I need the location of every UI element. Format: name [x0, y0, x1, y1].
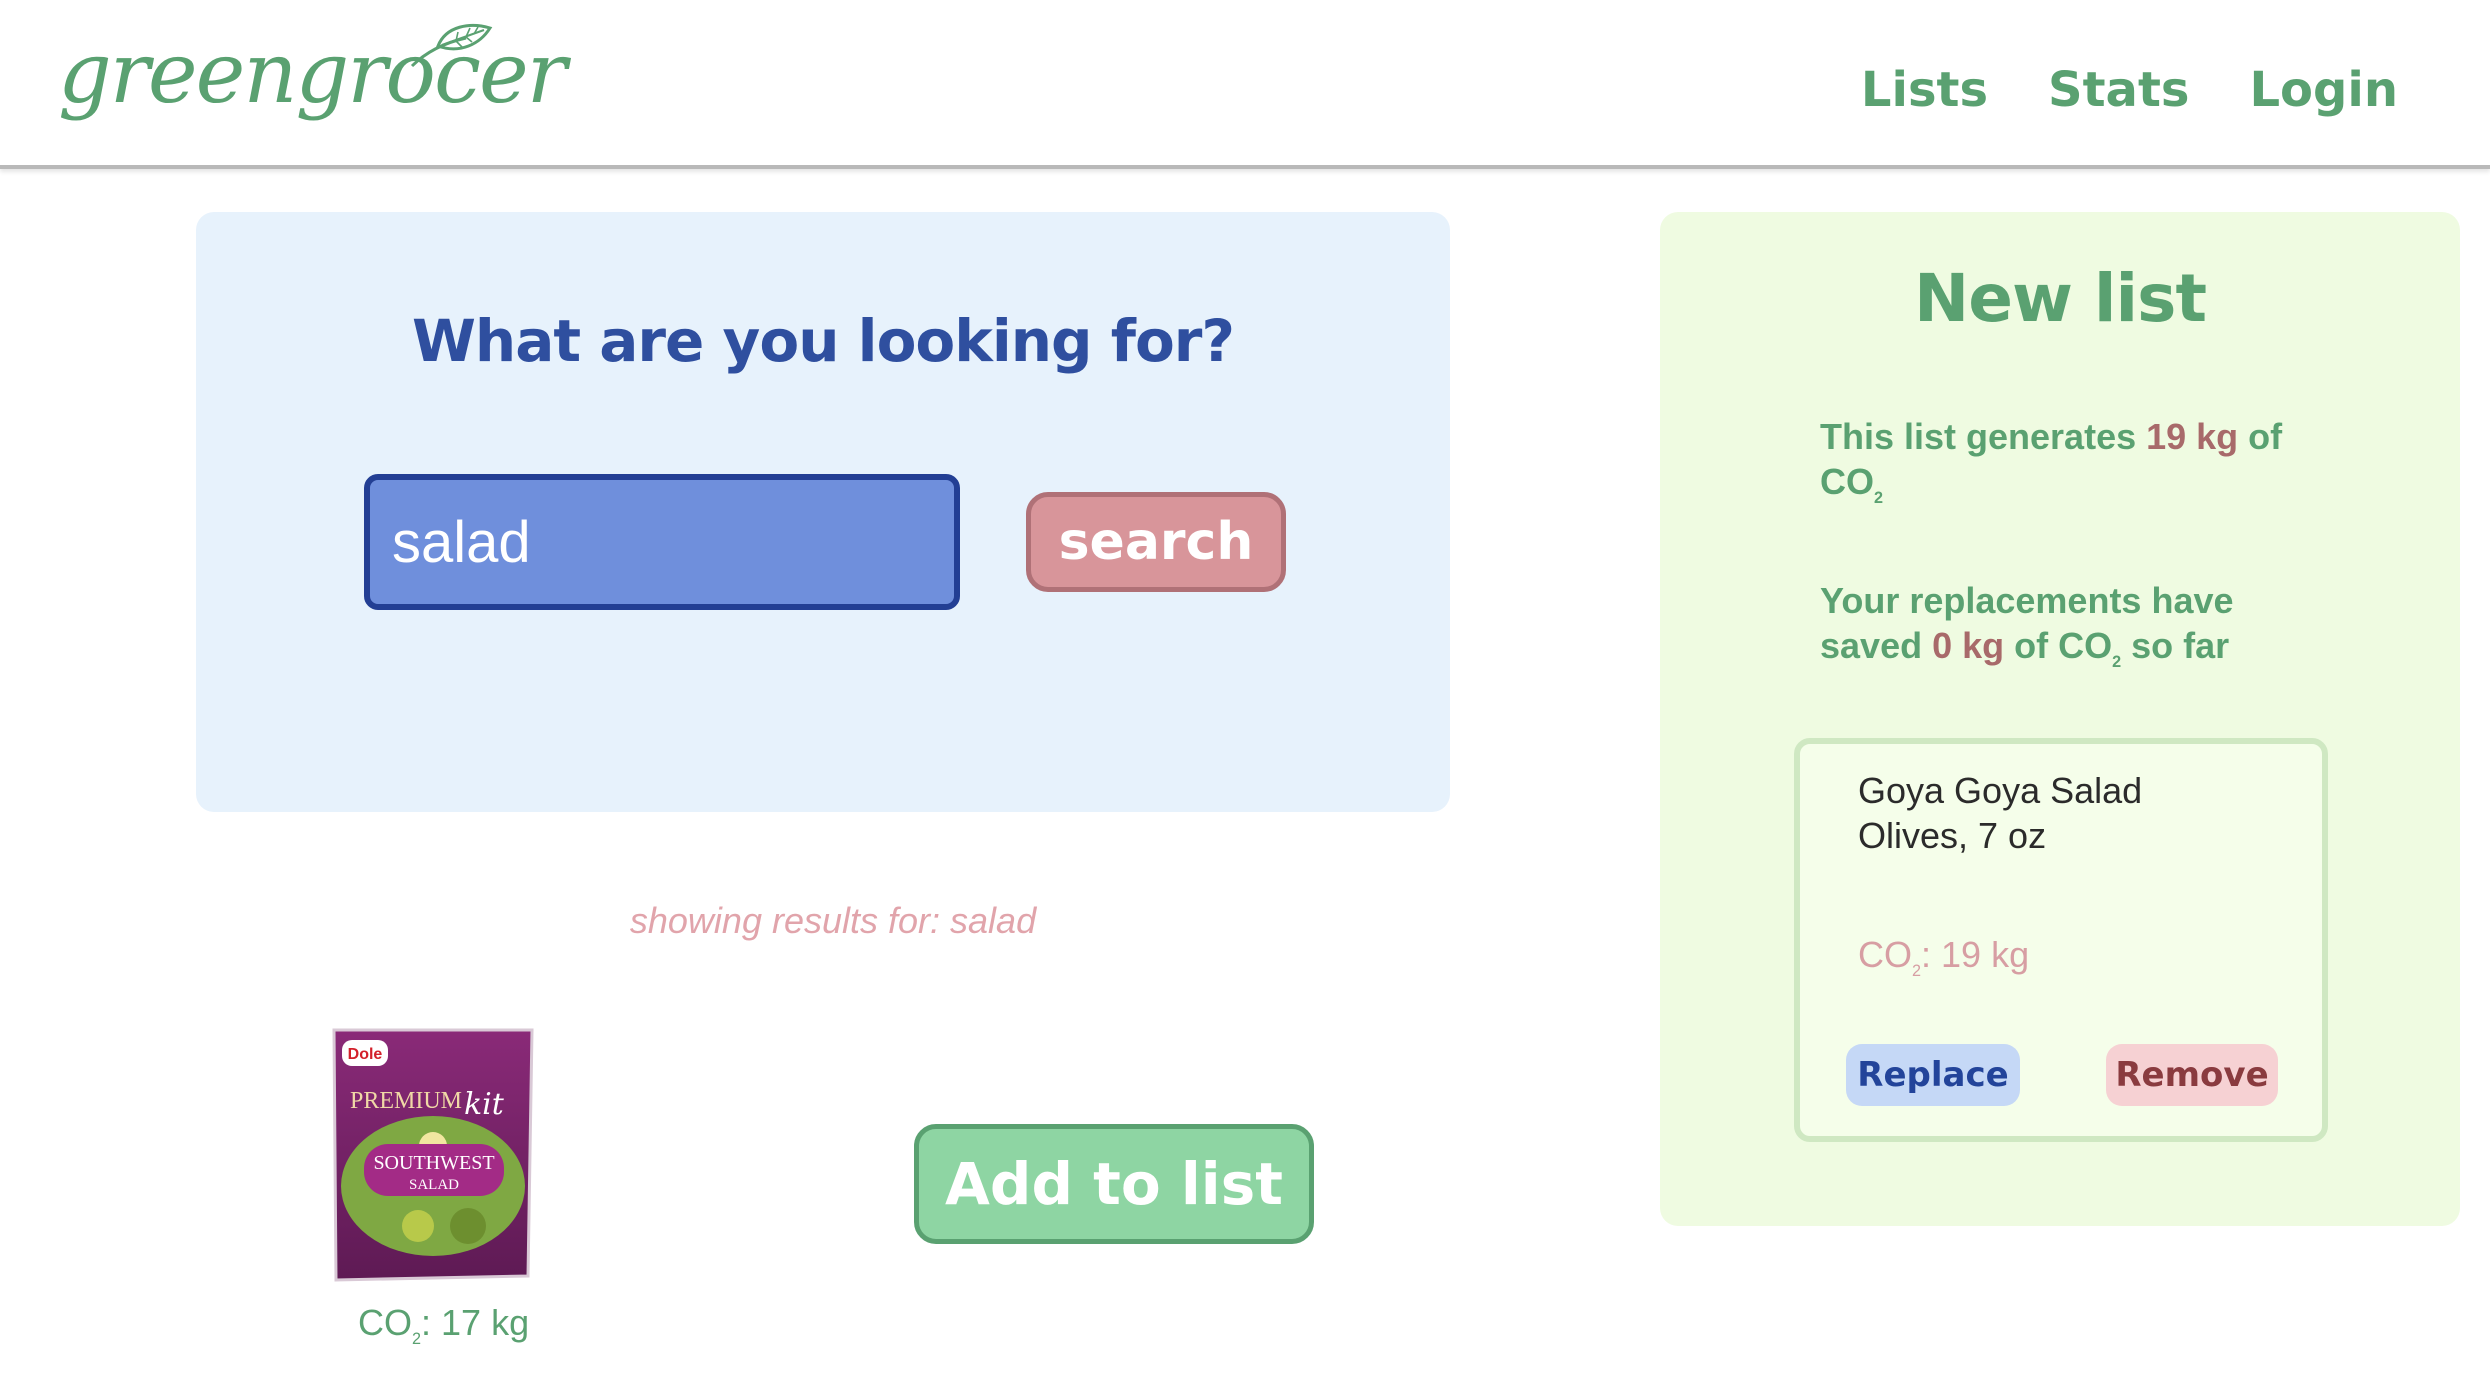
product-southwest-label: SOUTHWEST	[373, 1152, 494, 1174]
replace-button[interactable]: Replace	[1846, 1044, 2020, 1106]
item-name: Goya Goya Salad Olives, 7 oz	[1858, 770, 2143, 856]
add-to-list-button[interactable]: Add to list	[914, 1124, 1314, 1244]
list-item-card: Goya Goya Salad Olives, 7 oz CO2: 19 kg …	[1794, 738, 2328, 1142]
nav-stats-link[interactable]: Stats	[2048, 62, 2189, 118]
top-navbar: greengrocer Lists Stats Login	[0, 0, 2490, 169]
product-salad-label: SALAD	[409, 1177, 459, 1193]
remove-button[interactable]: Remove	[2106, 1044, 2278, 1106]
list-title: New list	[1913, 260, 2207, 337]
product-brand-label: Dole	[348, 1046, 383, 1063]
leaf-icon	[410, 24, 493, 68]
product-premium-label: PREMIUM	[350, 1088, 462, 1114]
nav-lists-link[interactable]: Lists	[1861, 62, 1988, 118]
search-button[interactable]: search	[1026, 492, 1286, 592]
replacement-savings-stat: Your replacements have saved 0 kg of CO2…	[1820, 580, 2234, 671]
search-input[interactable]	[364, 474, 960, 610]
main-nav: Lists Stats Login	[1861, 62, 2398, 118]
product-co2-value: CO2: 17 kg	[358, 1302, 530, 1348]
item-co2-value: CO2: 19 kg	[1858, 934, 2030, 980]
greengrocer-logo[interactable]: greengrocer	[58, 18, 567, 153]
search-panel: What are you looking for? search	[196, 212, 1450, 812]
product-kit-label: kit	[464, 1087, 505, 1122]
results-label: showing results for: salad	[629, 900, 1037, 941]
nav-login-link[interactable]: Login	[2249, 62, 2398, 118]
app: greengrocer Lists Stats Login What are y…	[0, 0, 2490, 1378]
product-image[interactable]: Dole PREMIUM kit SOUTHWEST SALAD	[328, 1026, 538, 1284]
list-emissions-stat: This list generates 19 kg of CO2	[1820, 416, 2283, 507]
search-heading: What are you looking for?	[411, 307, 1235, 375]
new-list-panel: New list This list generates 19 kg of CO2…	[1660, 212, 2460, 1226]
